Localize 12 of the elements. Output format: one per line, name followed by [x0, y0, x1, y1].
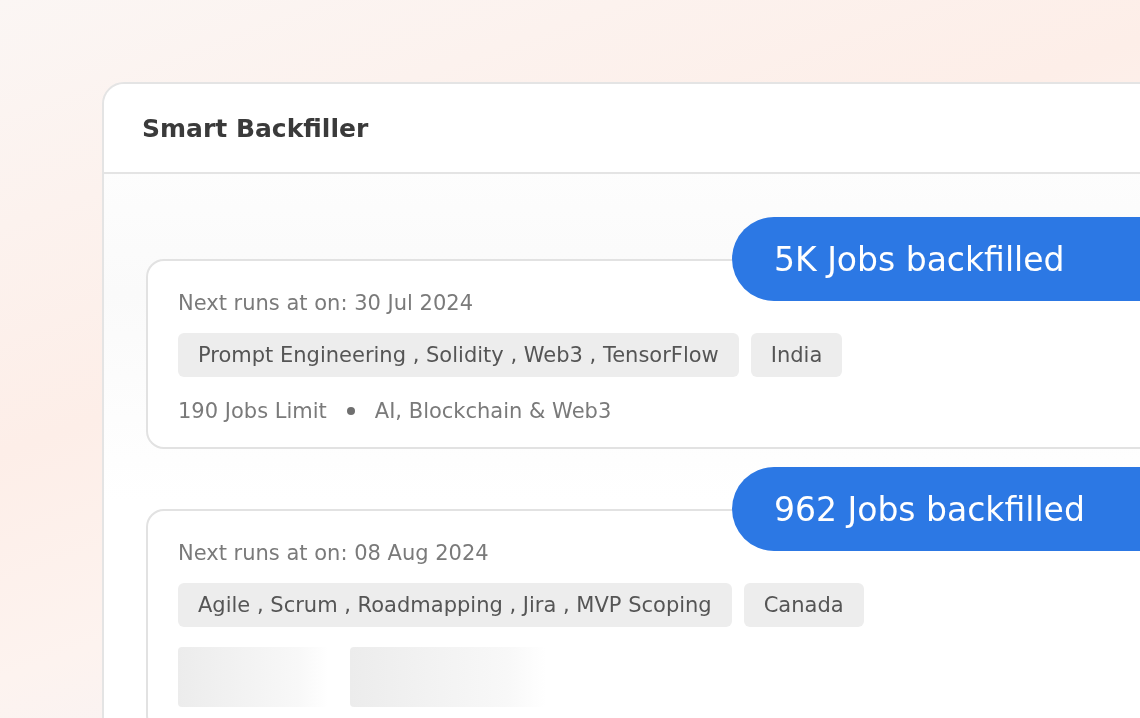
separator-dot [346, 407, 355, 415]
tag: Canada [743, 583, 864, 627]
tag: India [750, 333, 843, 377]
next-run-text: Next runs at on: 30 Jul 2024 [178, 291, 474, 315]
category-text: AI, Blockchain & Web3 [374, 399, 612, 423]
window-title: Smart Backfiller [142, 113, 369, 143]
next-run-text: Next runs at on: 08 Aug 2024 [178, 541, 490, 565]
tag: Prompt Engineering , Solidity , Web3 , TensorFlow [178, 333, 739, 377]
jobs-limit: 190 Jobs Limit [178, 399, 327, 423]
backfilled-count: 5K Jobs backfilled [732, 217, 1140, 301]
backfilled-count: 962 Jobs backfilled [732, 467, 1140, 551]
tag: Agile , Scrum , Roadmapping , Jira , MVP Scoping [178, 583, 732, 627]
